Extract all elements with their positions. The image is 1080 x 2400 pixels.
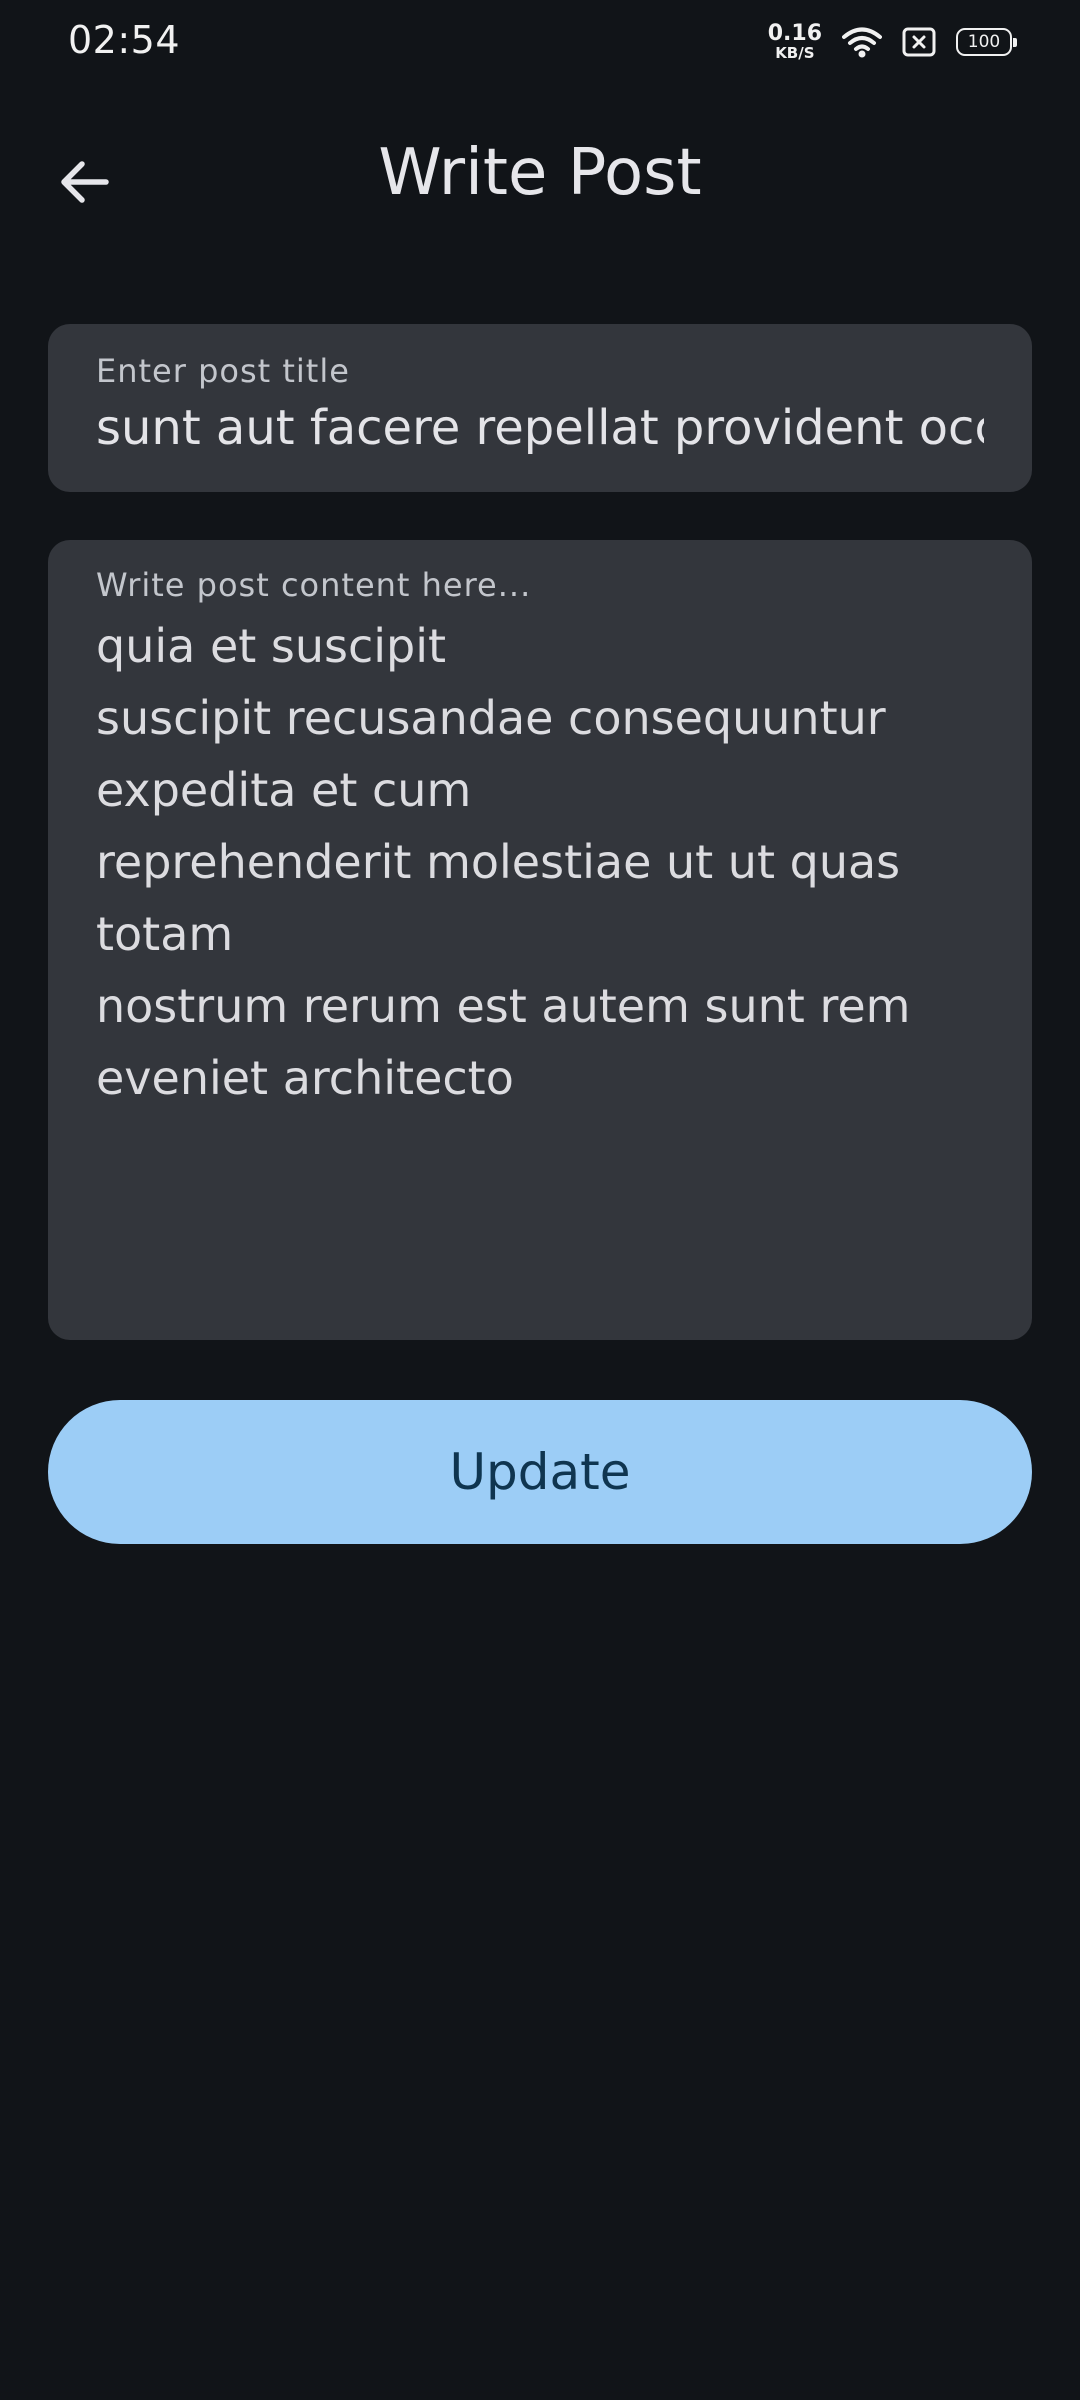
status-time: 02:54 — [68, 18, 181, 62]
post-title-input[interactable]: sunt aut facere repellat provident occae… — [96, 400, 984, 456]
post-content-field[interactable]: Write post content here... quia et susci… — [48, 540, 1032, 1340]
post-content-label: Write post content here... — [96, 566, 532, 604]
network-speed-unit: KB/S — [775, 44, 815, 62]
app-bar: Write Post — [0, 84, 1080, 274]
status-icons: 0.16 KB/S 100 — [768, 20, 1017, 64]
content-line: reprehenderit molestiae ut ut quas — [96, 835, 901, 889]
content-line: eveniet architecto — [96, 1051, 514, 1105]
content-line: quia et suscipit — [96, 619, 447, 673]
content-line: totam — [96, 907, 234, 961]
post-content-textarea[interactable]: quia et suscipit suscipit recusandae con… — [96, 610, 984, 1114]
battery-icon: 100 — [956, 28, 1017, 56]
content-line: suscipit recusandae consequuntur — [96, 691, 886, 745]
update-button[interactable]: Update — [48, 1400, 1032, 1544]
network-speed: 0.16 KB/S — [768, 23, 822, 61]
content-line: expedita et cum — [96, 763, 472, 817]
status-bar: 02:54 0.16 KB/S 100 — [0, 0, 1080, 84]
write-post-screen: 02:54 0.16 KB/S 100 Write Post Enter pos… — [0, 0, 1080, 2400]
post-title-field[interactable]: Enter post title sunt aut facere repella… — [48, 324, 1032, 492]
page-title: Write Post — [378, 136, 702, 210]
post-title-label: Enter post title — [96, 352, 350, 390]
network-speed-value: 0.16 — [767, 21, 822, 46]
content-line: nostrum rerum est autem sunt rem — [96, 979, 911, 1033]
sim-none-icon — [902, 27, 936, 57]
wifi-icon — [842, 26, 882, 58]
